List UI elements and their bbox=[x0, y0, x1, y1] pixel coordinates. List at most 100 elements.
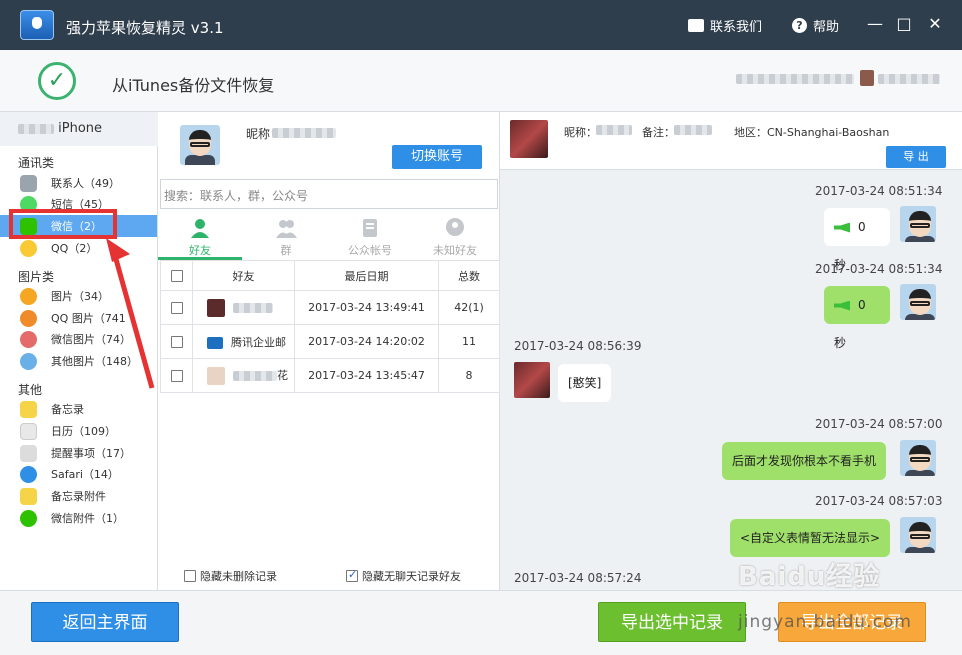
chat-nickname-label: 昵称： bbox=[564, 126, 597, 139]
voice-icon bbox=[834, 300, 850, 311]
app-logo-icon bbox=[20, 10, 54, 40]
other-photos-icon bbox=[20, 352, 37, 370]
tab-friends[interactable]: 好友 bbox=[158, 212, 242, 260]
notes-icon bbox=[20, 400, 37, 418]
group-icon bbox=[276, 220, 297, 238]
hide-no-chat-checkbox[interactable] bbox=[346, 568, 358, 582]
back-to-main-button[interactable]: 返回主界面 bbox=[31, 602, 179, 642]
row-checkbox[interactable] bbox=[170, 302, 183, 314]
sidebar-item-safari[interactable]: Safari（14） bbox=[0, 463, 157, 485]
sidebar-item-wechat-attachments[interactable]: 微信附件（1） bbox=[0, 507, 157, 529]
hide-undeleted-checkbox[interactable] bbox=[184, 570, 196, 582]
account-nickname-label: 昵称 bbox=[246, 127, 271, 141]
blurred-nickname bbox=[272, 128, 336, 138]
chat-remark-label: 备注： bbox=[642, 126, 675, 139]
blurred-chat-nickname bbox=[596, 125, 632, 135]
chat-region: 地区：CN-Shanghai-Baoshan bbox=[734, 126, 890, 139]
total-cell: 8 bbox=[438, 358, 500, 393]
account-avatar bbox=[180, 125, 220, 165]
chat-panel: 昵称： 备注： 地区：CN-Shanghai-Baoshan 导 出 2017-… bbox=[500, 112, 962, 590]
user-avatar-icon bbox=[860, 70, 874, 86]
reminders-icon bbox=[20, 444, 37, 462]
text-message[interactable]: [憨笑] bbox=[558, 364, 612, 402]
friend-avatar bbox=[207, 298, 225, 317]
table-header-row: 好友 最后日期 总数 bbox=[160, 260, 500, 291]
column-header-total: 总数 bbox=[438, 260, 500, 291]
question-icon: ? bbox=[792, 18, 807, 33]
column-header-last-date: 最后日期 bbox=[294, 260, 439, 291]
blurred-friend-name bbox=[233, 302, 273, 313]
chat-bubble-icon bbox=[688, 19, 704, 32]
qq-photos-icon bbox=[20, 309, 37, 327]
check-logo-icon: ✓ bbox=[38, 62, 76, 100]
self-avatar bbox=[900, 284, 936, 320]
tab-unknown-friends[interactable]: 未知好友 bbox=[413, 212, 497, 260]
watermark-url: jingyan.baidu.com bbox=[738, 612, 912, 632]
message-timestamp: 2017-03-24 08:57:00 bbox=[815, 417, 943, 431]
device-header[interactable]: iPhone bbox=[0, 112, 158, 146]
message-timestamp: 2017-03-24 08:51:34 bbox=[815, 262, 943, 276]
friend-name: 腾讯企业邮 bbox=[231, 335, 286, 349]
sidebar-item-calendar[interactable]: 日历（109） bbox=[0, 420, 157, 442]
unknown-friend-icon bbox=[446, 218, 464, 236]
export-selected-button[interactable]: 导出选中记录 bbox=[598, 602, 746, 642]
voice-icon bbox=[834, 222, 850, 233]
hide-no-chat-option[interactable]: 隐藏无聊天记录好友 bbox=[346, 568, 461, 584]
last-date-cell: 2017-03-24 13:45:47 bbox=[294, 358, 439, 393]
table-row[interactable]: 腾讯企业邮 2017-03-24 14:20:02 11 bbox=[160, 324, 500, 359]
person-icon bbox=[191, 219, 209, 238]
message-timestamp: 2017-03-24 08:56:39 bbox=[514, 339, 642, 353]
self-avatar bbox=[900, 440, 936, 476]
wechat-attach-icon bbox=[20, 509, 37, 527]
contact-photo-avatar bbox=[510, 120, 548, 158]
watermark-logo: Baidu经验 bbox=[738, 562, 881, 592]
text-message[interactable]: <自定义表情暂无法显示> bbox=[730, 519, 891, 557]
notes-attach-icon bbox=[20, 487, 37, 505]
sidebar-item-contacts[interactable]: 联系人（49） bbox=[0, 172, 157, 194]
export-button[interactable]: 导 出 bbox=[886, 146, 946, 168]
photos-icon bbox=[20, 287, 37, 305]
tab-official-accounts[interactable]: 公众帐号 bbox=[328, 212, 412, 260]
help-button[interactable]: ? 帮助 bbox=[792, 16, 839, 35]
sidebar-item-notes-attachments[interactable]: 备忘录附件 bbox=[0, 485, 157, 507]
chat-header: 昵称： 备注： 地区：CN-Shanghai-Baoshan 导 出 bbox=[500, 112, 962, 170]
table-row[interactable]: 花 2017-03-24 13:45:47 8 bbox=[160, 358, 500, 393]
maximize-icon[interactable]: □ bbox=[896, 16, 912, 32]
wechat-photos-icon bbox=[20, 330, 37, 348]
voice-message[interactable]: 0 秒 bbox=[824, 286, 890, 350]
message-timestamp: 2017-03-24 08:51:34 bbox=[815, 184, 943, 198]
safari-icon bbox=[20, 465, 37, 483]
friends-table: 好友 最后日期 总数 2017-03-24 13:49:41 42(1) 腾讯企… bbox=[160, 260, 500, 393]
last-date-cell: 2017-03-24 13:49:41 bbox=[294, 290, 439, 325]
page-header: ✓ 从iTunes备份文件恢复 bbox=[0, 50, 962, 112]
blurred-account bbox=[736, 74, 854, 84]
blurred-device-owner bbox=[18, 123, 54, 134]
sidebar-item-reminders[interactable]: 提醒事项（17） bbox=[0, 442, 157, 464]
hide-undeleted-option[interactable]: 隐藏未删除记录 bbox=[184, 568, 277, 584]
last-date-cell: 2017-03-24 14:20:02 bbox=[294, 324, 439, 359]
voice-message[interactable]: 0 秒 bbox=[824, 208, 890, 272]
page-title: 从iTunes备份文件恢复 bbox=[112, 76, 275, 95]
table-row[interactable]: 2017-03-24 13:49:41 42(1) bbox=[160, 290, 500, 325]
row-checkbox[interactable] bbox=[170, 336, 183, 348]
message-timestamp: 2017-03-24 08:57:03 bbox=[815, 494, 943, 508]
section-title-other: 其他 bbox=[18, 383, 43, 397]
device-name: iPhone bbox=[58, 121, 103, 136]
switch-account-button[interactable]: 切换账号 bbox=[392, 145, 482, 169]
self-avatar bbox=[900, 517, 936, 553]
search-input[interactable]: 搜索：联系人，群，公众号 bbox=[160, 179, 498, 209]
tab-groups[interactable]: 群 bbox=[244, 212, 328, 260]
contact-us-button[interactable]: 联系我们 bbox=[688, 16, 762, 35]
app-title: 强力苹果恢复精灵 v3.1 bbox=[66, 19, 224, 37]
tencent-mail-icon bbox=[207, 336, 223, 349]
row-checkbox[interactable] bbox=[170, 370, 183, 382]
text-message[interactable]: 后面才发现你根本不看手机 bbox=[722, 442, 887, 480]
blurred-account-name bbox=[878, 74, 940, 84]
close-icon[interactable]: ✕ bbox=[927, 16, 943, 32]
select-all-checkbox[interactable] bbox=[170, 270, 183, 282]
sidebar-item-notes[interactable]: 备忘录 bbox=[0, 398, 157, 420]
contact-panel: 昵称 切换账号 搜索：联系人，群，公众号 好友 群 公众帐号 未知好友 好友 最… bbox=[158, 112, 500, 590]
message-timestamp: 2017-03-24 08:57:24 bbox=[514, 571, 642, 585]
contacts-icon bbox=[20, 174, 37, 192]
minimize-icon[interactable]: — bbox=[867, 16, 883, 32]
